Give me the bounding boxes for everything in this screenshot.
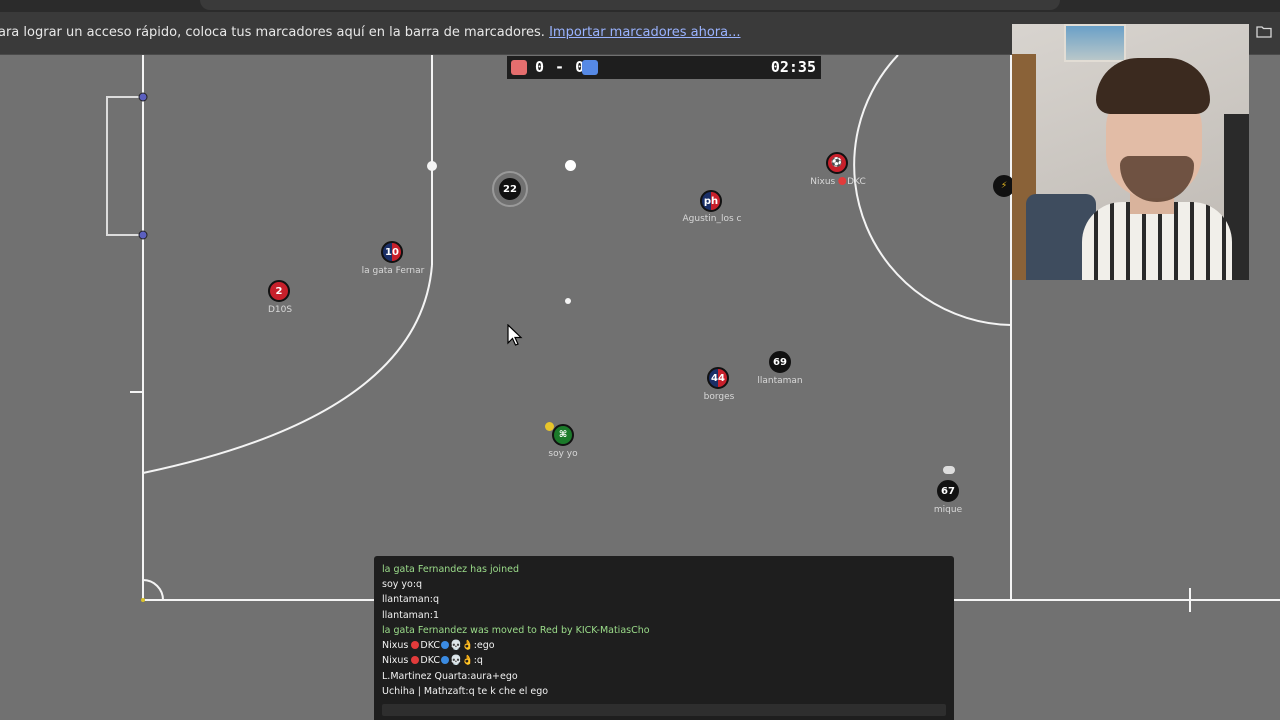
- player-22: 22: [499, 178, 521, 200]
- chat-bubble-icon: [943, 466, 955, 474]
- import-bookmarks-link[interactable]: Importar marcadores ahora...: [549, 25, 740, 40]
- chat-line: L.Martinez Quarta:aura+ego: [382, 671, 518, 682]
- player-name-borges: borges: [703, 392, 735, 402]
- player-name-mique: mique: [933, 505, 963, 515]
- player-name-llantaman: llantaman: [757, 376, 803, 386]
- player-d10s: 2: [268, 280, 290, 302]
- bookmarks-message: ara lograr un acceso rápido, coloca tus …: [0, 25, 741, 40]
- chat-line: Nixus DKC 💀👌:ego: [382, 640, 495, 651]
- player-name-la-gata: la gata Fernar: [361, 266, 425, 276]
- player-mique: 67: [937, 480, 959, 502]
- chat-panel: la gata Fernandez has joined soy yo:q ll…: [374, 556, 954, 720]
- address-bar[interactable]: [200, 0, 1060, 10]
- goal-post: [138, 230, 148, 240]
- game-ball: [565, 160, 576, 171]
- goal-post: [138, 92, 148, 102]
- player-name-nixus: Nixus DKC: [810, 177, 866, 187]
- chat-line: Uchiha | Mathzaft:q te k che el ego: [382, 686, 549, 697]
- player-borges: 44: [707, 367, 729, 389]
- browser-tab-strip: [0, 0, 1280, 12]
- match-timer: 02:35: [770, 58, 816, 76]
- chat-line: la gata Fernandez was moved to Red by KI…: [382, 625, 650, 636]
- chat-line: soy yo:q: [382, 579, 423, 590]
- webcam-overlay: [1012, 24, 1249, 280]
- player-llantaman: 69: [769, 351, 791, 373]
- chat-line: llantaman:1: [382, 610, 440, 621]
- blue-team-indicator: [582, 60, 598, 75]
- red-team-indicator: [511, 60, 527, 75]
- player-soy-yo: ⌘: [552, 424, 574, 446]
- score-text: 0 - 0: [535, 58, 586, 76]
- player-name-soy-yo: soy yo: [548, 449, 578, 459]
- chat-line: Nixus DKC 💀👌:q: [382, 655, 483, 666]
- kick-indicator: [545, 422, 554, 431]
- chat-line: la gata Fernandez has joined: [382, 564, 519, 575]
- player-name-agustin: Agustin_los c: [682, 214, 742, 224]
- mouse-cursor-icon: [507, 324, 523, 346]
- player-la-gata: 10: [381, 241, 403, 263]
- player-nixus: ⚽: [826, 152, 848, 174]
- chat-input[interactable]: [382, 704, 946, 716]
- scoreboard: 0 - 0 02:35: [507, 56, 821, 79]
- player-agustin: ph: [700, 190, 722, 212]
- chat-line: llantaman:q: [382, 594, 439, 605]
- player-name-d10s: D10S: [267, 305, 293, 315]
- folder-icon[interactable]: [1256, 25, 1272, 38]
